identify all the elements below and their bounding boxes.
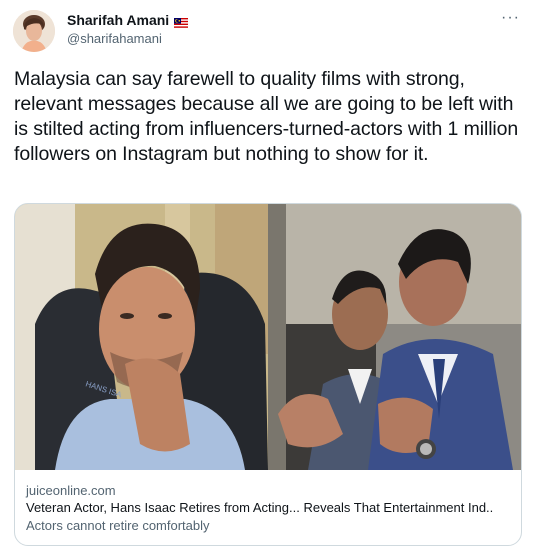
card-domain: juiceonline.com [26, 483, 116, 498]
author-name-row: Sharifah Amani [67, 12, 189, 28]
tweet-text: Malaysia can say farewell to quality fil… [14, 68, 519, 165]
malaysia-flag-icon [174, 15, 189, 28]
card-meta: juiceonline.com Veteran Actor, Hans Isaa… [26, 482, 516, 535]
avatar[interactable] [13, 10, 55, 52]
card-media: HANS ISA [15, 204, 521, 470]
card-description: Actors cannot retire comfortably [26, 518, 210, 533]
author-handle[interactable]: @sharifahamani [67, 31, 162, 46]
card-image-left: HANS ISA [15, 204, 268, 470]
card-title: Veteran Actor, Hans Isaac Retires from A… [26, 500, 494, 515]
card-image-right [268, 204, 521, 470]
link-card[interactable]: HANS ISA juiceonline.com Veteran Actor, … [14, 203, 522, 546]
more-options-icon[interactable]: ··· [501, 9, 520, 27]
tweet: Sharifah Amani @sharifahamani ··· Malays… [0, 0, 536, 556]
display-name[interactable]: Sharifah Amani [67, 12, 169, 28]
